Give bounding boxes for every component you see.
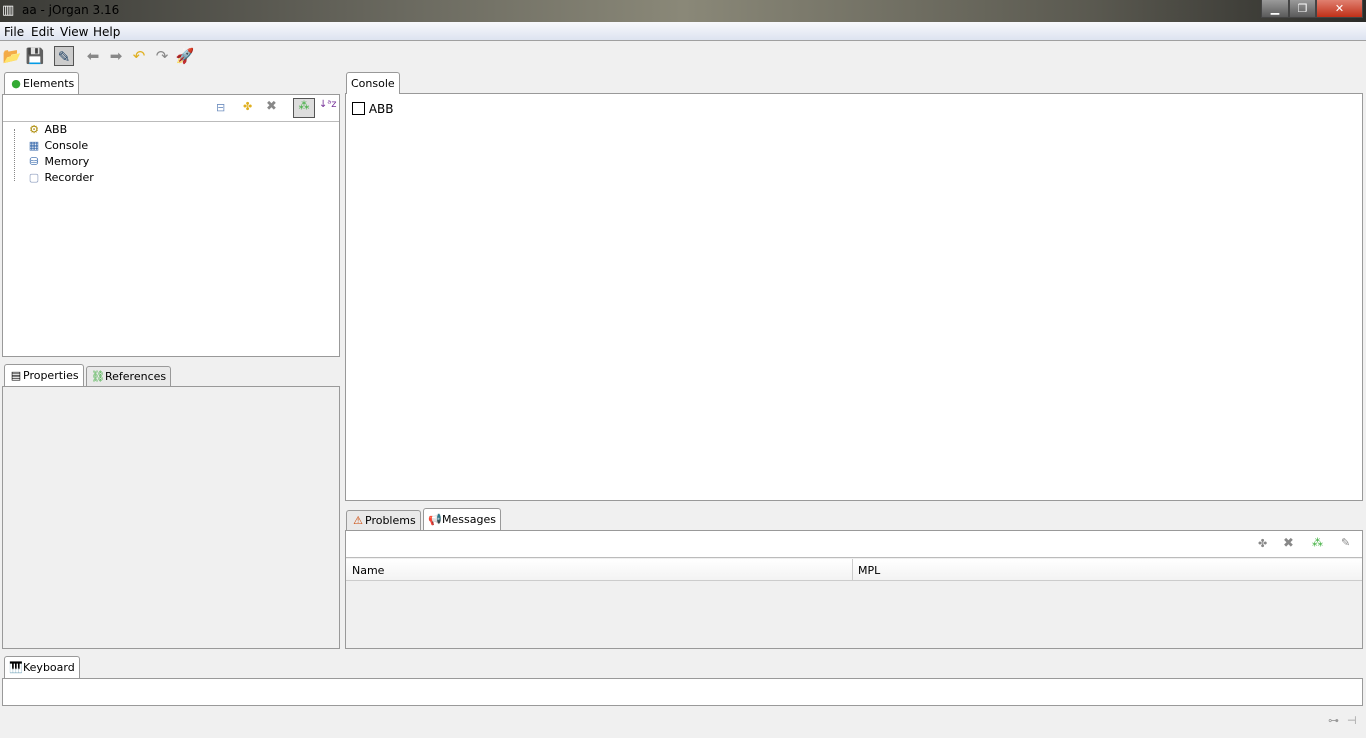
tab-label: References bbox=[105, 370, 167, 383]
group-icon[interactable]: ⁂ bbox=[293, 98, 315, 118]
recorder-icon: ▢ bbox=[28, 171, 40, 184]
messages-panel: ✤ ✖ ⁂ ✎ Name MPL bbox=[345, 530, 1363, 649]
item-label: Memory bbox=[44, 155, 90, 168]
tab-label: Elements bbox=[23, 77, 75, 90]
tab-label: Keyboard bbox=[23, 661, 75, 674]
menu-file[interactable]: File bbox=[4, 25, 24, 39]
messages-icon: 📢 bbox=[428, 513, 442, 526]
elements-icon: ● bbox=[11, 77, 21, 90]
minimize-button[interactable]: ▁ bbox=[1261, 0, 1289, 18]
tab-messages[interactable]: 📢Messages bbox=[423, 508, 501, 530]
references-icon: ⛓ bbox=[91, 370, 105, 383]
item-label: ABB bbox=[44, 123, 68, 136]
elements-panel: ⊟ ✤ ✖ ⁂ ↓ᵃz ⚙ ABB ▦ Console ⛁ Memory ▢ R… bbox=[2, 94, 340, 357]
remove-message-icon[interactable]: ✖ bbox=[1283, 536, 1294, 551]
abb-checkbox[interactable]: ABB bbox=[352, 102, 394, 116]
undo-icon[interactable]: ↶ bbox=[129, 46, 149, 66]
tab-references[interactable]: ⛓References bbox=[86, 366, 172, 386]
table-icon: ▤ bbox=[10, 369, 22, 382]
item-label: Recorder bbox=[44, 171, 94, 184]
toolbar: 📂 💾 ✎ ⬅ ➡ ↶ ↷ 🚀 bbox=[0, 42, 1366, 70]
tree-item-abb[interactable]: ⚙ ABB bbox=[27, 122, 67, 138]
tree-item-console[interactable]: ▦ Console bbox=[27, 138, 88, 154]
close-button[interactable]: ✕ bbox=[1316, 0, 1363, 18]
keyboard-icon: 🎹 bbox=[9, 661, 23, 674]
remove-element-icon[interactable]: ✖ bbox=[266, 99, 277, 114]
tab-label: Properties bbox=[23, 369, 79, 382]
tab-properties[interactable]: ▤ Properties bbox=[4, 364, 84, 386]
group-icon[interactable]: ⁂ bbox=[1312, 536, 1323, 549]
open-icon[interactable]: 📂 bbox=[2, 46, 22, 66]
forward-icon[interactable]: ➡ bbox=[106, 46, 126, 66]
column-name[interactable]: Name bbox=[352, 564, 384, 577]
memory-icon: ⛁ bbox=[29, 155, 39, 168]
collapse-icon[interactable]: ⊟ bbox=[216, 101, 225, 114]
tab-elements[interactable]: ● Elements bbox=[4, 72, 80, 94]
add-element-icon[interactable]: ✤ bbox=[243, 100, 252, 113]
tree-item-recorder[interactable]: ▢ Recorder bbox=[27, 170, 94, 186]
tab-problems[interactable]: ⚠ Problems bbox=[346, 510, 421, 530]
back-icon[interactable]: ⬅ bbox=[83, 46, 103, 66]
tab-label: Messages bbox=[442, 513, 496, 526]
column-mpl[interactable]: MPL bbox=[858, 564, 880, 577]
app-icon: ▥ bbox=[2, 3, 15, 18]
rocket-icon[interactable]: 🚀 bbox=[175, 46, 195, 66]
tab-label: Console bbox=[351, 77, 395, 90]
menu-view[interactable]: View bbox=[60, 25, 88, 39]
checkbox-label: ABB bbox=[368, 102, 394, 116]
window-title: aa - jOrgan 3.16 bbox=[22, 3, 120, 17]
tree-item-memory[interactable]: ⛁ Memory bbox=[27, 154, 89, 170]
table-header: Name MPL bbox=[346, 559, 1362, 581]
console-panel: ABB bbox=[345, 93, 1363, 501]
edit-icon[interactable]: ✎ bbox=[1341, 536, 1350, 549]
socket-icon: ⊣ bbox=[1347, 714, 1357, 727]
checkbox-box[interactable] bbox=[352, 102, 365, 115]
restore-button[interactable]: ❐ bbox=[1289, 0, 1316, 18]
menu-edit[interactable]: Edit bbox=[31, 25, 54, 39]
plug-icon: ⊶ bbox=[1328, 714, 1339, 727]
construct-mode-icon[interactable]: ✎ bbox=[54, 46, 74, 66]
tab-keyboard[interactable]: 🎹Keyboard bbox=[4, 656, 80, 678]
keyboard-panel bbox=[2, 678, 1363, 706]
sort-icon[interactable]: ↓ᵃz bbox=[319, 99, 337, 110]
add-message-icon[interactable]: ✤ bbox=[1258, 537, 1267, 550]
console-icon: ▦ bbox=[28, 139, 40, 152]
tab-label: Problems bbox=[365, 514, 416, 527]
tab-console[interactable]: Console bbox=[346, 72, 400, 94]
menu-bar: File Edit View Help bbox=[0, 22, 1366, 41]
title-bar: ▥ aa - jOrgan 3.16 ▁ ❐ ✕ bbox=[0, 0, 1366, 22]
menu-help[interactable]: Help bbox=[93, 25, 120, 39]
gear-icon: ⚙ bbox=[29, 123, 39, 136]
properties-panel bbox=[2, 386, 340, 649]
save-icon[interactable]: 💾 bbox=[25, 46, 45, 66]
problems-icon: ⚠ bbox=[353, 514, 363, 527]
redo-icon[interactable]: ↷ bbox=[152, 46, 172, 66]
item-label: Console bbox=[44, 139, 89, 152]
